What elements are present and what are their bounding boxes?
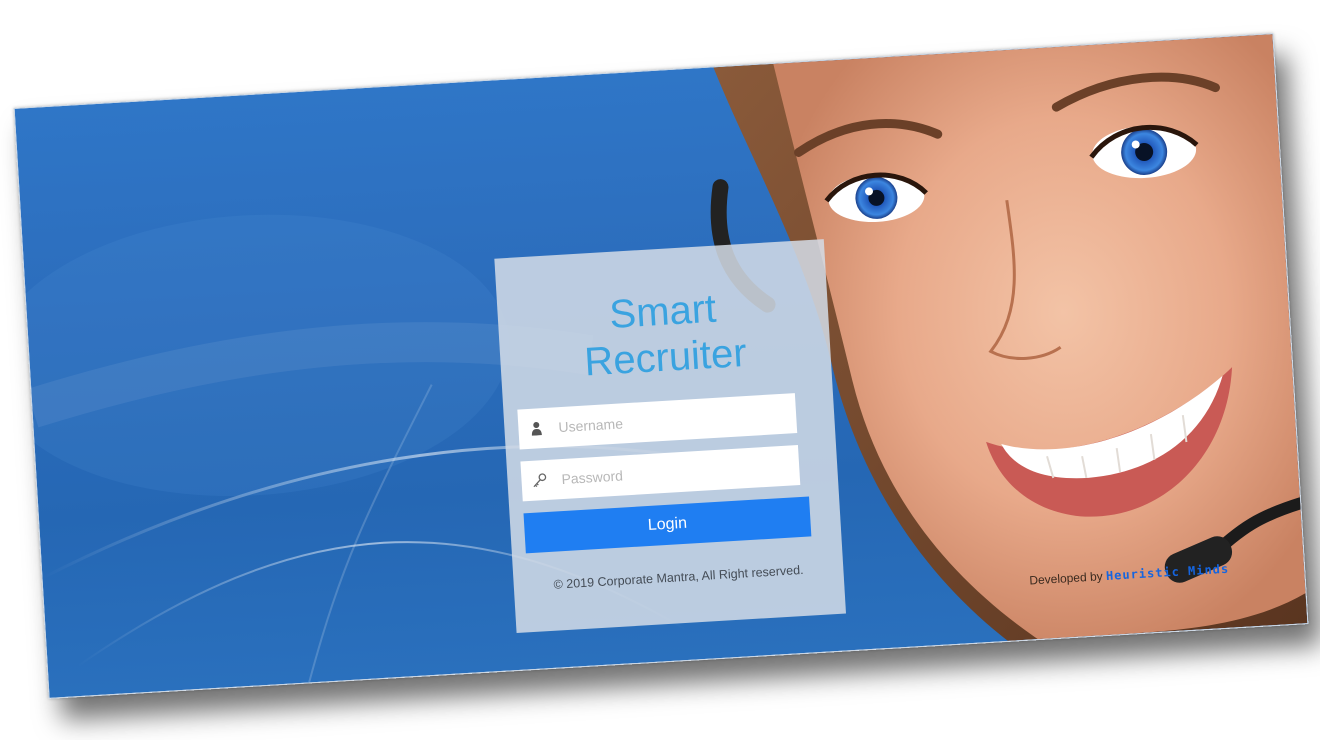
- password-input[interactable]: [556, 448, 783, 498]
- username-field[interactable]: [517, 393, 798, 450]
- password-field[interactable]: [520, 445, 801, 502]
- login-button[interactable]: Login: [523, 496, 812, 554]
- user-icon: [517, 407, 555, 449]
- login-panel: Smart Recruiter Username Login © 2019 Co…: [494, 239, 847, 634]
- app-title: Smart Recruiter: [497, 279, 832, 390]
- key-icon: [520, 459, 558, 501]
- login-screen: Smart Recruiter Username Login © 2019 Co…: [13, 33, 1309, 699]
- copyright-text: © 2019 Corporate Mantra, All Right reser…: [553, 562, 804, 592]
- stage: Smart Recruiter Username Login © 2019 Co…: [0, 0, 1320, 740]
- username-input[interactable]: [553, 396, 780, 446]
